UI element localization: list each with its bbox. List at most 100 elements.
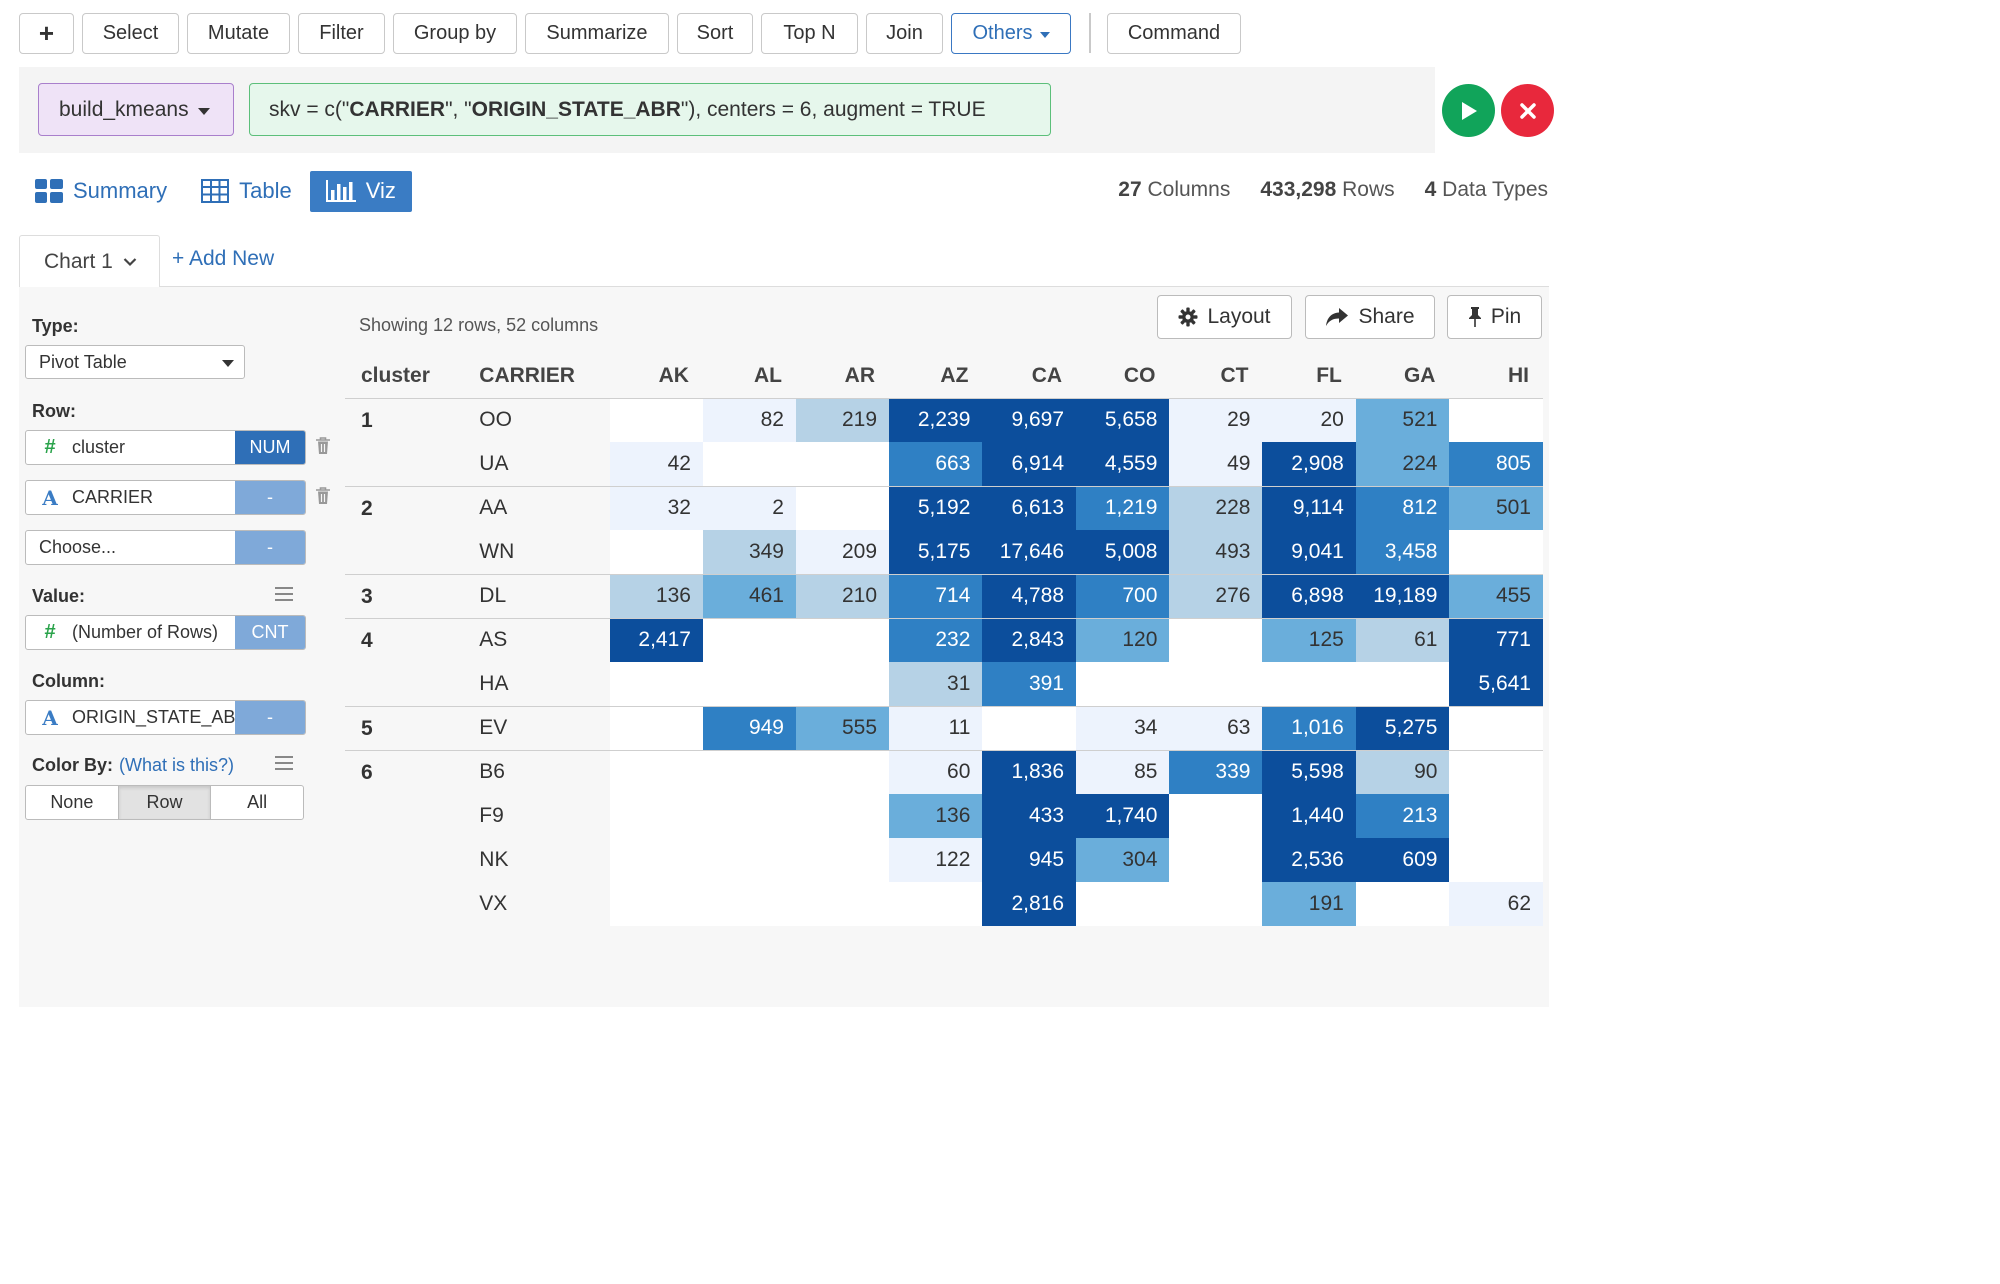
value-cell: 349 (702, 530, 796, 574)
color-by-row[interactable]: Row (118, 786, 212, 819)
trash-icon[interactable] (315, 487, 331, 505)
value-cell: 3,458 (1355, 530, 1450, 574)
what-is-this-link[interactable]: (What is this?) (119, 755, 234, 775)
layout-button[interactable]: Layout (1157, 295, 1292, 339)
column-header[interactable]: CT (1169, 355, 1263, 399)
top-n-button[interactable]: Top N (761, 12, 858, 54)
add-new-chart-link[interactable]: + Add New (172, 247, 274, 271)
value-cell: 120 (1076, 617, 1170, 662)
column-header[interactable]: HI (1449, 355, 1543, 399)
value-cell: 1,740 (1076, 794, 1170, 838)
chart-type-select[interactable]: Pivot Table (25, 345, 245, 379)
column-header[interactable]: CA (982, 355, 1077, 399)
row-header-cluster[interactable]: cluster (345, 355, 464, 399)
carrier-cell: HA (463, 662, 610, 706)
value-cell: 391 (982, 662, 1077, 706)
value-cell: 700 (1076, 573, 1170, 618)
value-cell: 663 (889, 442, 983, 486)
value-cell (1449, 397, 1543, 442)
transform-toolbar: + Select Mutate Filter Group by Summariz… (19, 12, 1249, 54)
value-cell: 31 (889, 662, 983, 706)
value-field-aggregation[interactable]: CNT (235, 616, 305, 649)
value-cell (702, 794, 796, 838)
value-cell: 60 (889, 749, 983, 794)
share-arrow-icon (1326, 308, 1349, 326)
value-cell (795, 838, 890, 882)
value-cell (1169, 662, 1263, 706)
value-cell: 125 (1262, 617, 1356, 662)
group-by-button[interactable]: Group by (393, 12, 517, 54)
table-row: 2 AA 32 2 5,192 6,613 1,219 228 9,114 812 501 (345, 485, 1543, 530)
value-cell: 29 (1169, 397, 1263, 442)
value-cell: 20 (1262, 397, 1356, 442)
value-cell: 90 (1355, 749, 1450, 794)
numeric-type-icon: # (44, 436, 56, 458)
add-step-button[interactable]: + (19, 12, 74, 54)
value-cell: 5,598 (1262, 749, 1356, 794)
value-cell: 9,114 (1262, 485, 1356, 530)
row-field-type[interactable]: NUM (235, 431, 305, 464)
value-cell: 805 (1449, 442, 1543, 486)
column-header[interactable]: AL (702, 355, 796, 399)
cluster-cell: 2 (345, 485, 464, 530)
tab-summary[interactable]: Summary (35, 170, 167, 212)
column-field-type[interactable]: - (235, 701, 305, 734)
value-cell (795, 442, 890, 486)
bar-chart-icon (325, 180, 356, 202)
color-by-label: Color By: (What is this?) (32, 755, 235, 775)
value-cell (609, 749, 703, 794)
row-field-type[interactable]: - (235, 481, 305, 514)
trash-icon[interactable] (315, 437, 331, 455)
color-by-none[interactable]: None (26, 786, 119, 819)
value-cell: 213 (1355, 794, 1450, 838)
value-cell (1169, 794, 1263, 838)
value-cell: 9,041 (1262, 530, 1356, 574)
value-cell (609, 705, 703, 750)
command-button[interactable]: Command (1107, 12, 1241, 54)
run-button[interactable] (1442, 84, 1495, 137)
function-dropdown[interactable]: build_kmeans (38, 83, 234, 136)
column-field[interactable]: A ORIGIN_STATE_ABR - (25, 700, 306, 735)
share-button[interactable]: Share (1305, 295, 1435, 339)
color-by-all[interactable]: All (211, 786, 303, 819)
value-cell: 4,788 (982, 573, 1077, 618)
row-field-cluster[interactable]: # cluster NUM (25, 430, 306, 465)
column-header[interactable]: AK (609, 355, 703, 399)
value-cell: 49 (1169, 442, 1263, 486)
carrier-cell: EV (463, 705, 610, 750)
chart-tab-label: Chart 1 (44, 249, 113, 273)
cancel-button[interactable] (1501, 84, 1554, 137)
column-header[interactable]: CO (1076, 355, 1170, 399)
value-field[interactable]: # (Number of Rows) CNT (25, 615, 306, 650)
chevron-down-icon[interactable] (123, 257, 137, 267)
column-header[interactable]: FL (1262, 355, 1356, 399)
row-field-carrier[interactable]: A CARRIER - (25, 480, 306, 515)
column-header[interactable]: AZ (889, 355, 983, 399)
row-header-carrier[interactable]: CARRIER (463, 355, 610, 399)
summarize-button[interactable]: Summarize (525, 12, 669, 54)
sort-button[interactable]: Sort (677, 12, 753, 54)
join-button[interactable]: Join (866, 12, 943, 54)
mutate-button[interactable]: Mutate (187, 12, 290, 54)
menu-icon[interactable] (275, 587, 293, 605)
chart-tab-1[interactable]: Chart 1 (19, 235, 160, 287)
menu-icon[interactable] (275, 756, 293, 774)
others-dropdown-button[interactable]: Others (951, 12, 1071, 54)
tab-viz[interactable]: Viz (309, 170, 412, 212)
table-row: 4 AS 2,417 232 2,843 120 125 61 771 (345, 617, 1543, 662)
column-header[interactable]: GA (1355, 355, 1450, 399)
column-header[interactable]: AR (795, 355, 890, 399)
select-button[interactable]: Select (82, 12, 179, 54)
value-cell (609, 794, 703, 838)
value-cell: 5,008 (1076, 530, 1170, 574)
row-field-choose[interactable]: Choose... - (25, 530, 306, 565)
value-cell (1355, 882, 1450, 926)
tab-table[interactable]: Table (201, 170, 292, 212)
pin-button[interactable]: Pin (1447, 295, 1542, 339)
tab-table-label: Table (239, 178, 292, 203)
carrier-cell: WN (463, 530, 610, 574)
value-cell (609, 397, 703, 442)
filter-button[interactable]: Filter (298, 12, 385, 54)
row-field-type[interactable]: - (235, 531, 305, 564)
function-arguments-input[interactable]: skv = c(" CARRIER ", " ORIGIN_STATE_ABR "), … (249, 83, 1051, 136)
